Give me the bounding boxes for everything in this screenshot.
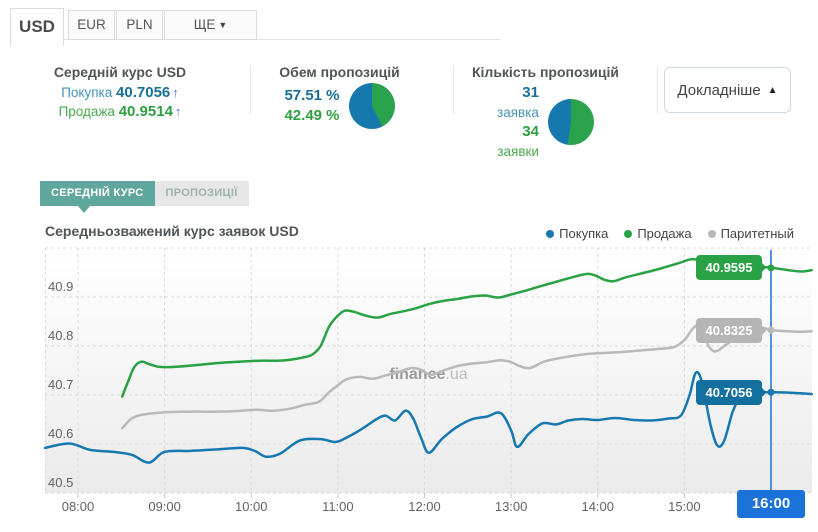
legend-label: Покупка xyxy=(559,226,608,241)
y-axis-label: 40.6 xyxy=(48,426,73,441)
x-axis-label: 13:00 xyxy=(481,499,541,514)
x-axis-label: 15:00 xyxy=(654,499,714,514)
parity-series-dot-icon xyxy=(708,230,716,238)
legend-item-buy[interactable]: Покупка xyxy=(546,226,608,241)
tab-offers[interactable]: ПРОПОЗИЦІЇ xyxy=(155,181,249,206)
chart-view-tabs: СЕРЕДНІЙ КУРС ПРОПОЗИЦІЇ xyxy=(40,181,249,206)
y-axis-label: 40.9 xyxy=(48,279,73,294)
tab-eur[interactable]: EUR xyxy=(68,10,115,40)
tab-usd[interactable]: USD xyxy=(10,8,64,46)
tab-more[interactable]: ЩЕ▼ xyxy=(164,10,257,40)
legend-item-parity[interactable]: Паритетный xyxy=(708,226,794,241)
parity-value-flag: 40.8325 xyxy=(696,318,762,343)
chart-legend: Покупка Продажа Паритетный xyxy=(546,226,794,241)
legend-item-sell[interactable]: Продажа xyxy=(624,226,691,241)
sell-value-flag: 40.9595 xyxy=(696,255,762,280)
currency-widget: USD EUR PLN ЩЕ▼ Середній курс USD Покупк… xyxy=(0,0,818,532)
tab-pln[interactable]: PLN xyxy=(116,10,163,40)
x-axis-label: 08:00 xyxy=(48,499,108,514)
legend-label: Паритетный xyxy=(721,226,794,241)
y-axis-label: 40.5 xyxy=(48,475,73,490)
y-axis-label: 40.8 xyxy=(48,328,73,343)
x-axis-label: 09:00 xyxy=(135,499,195,514)
tab-more-label: ЩЕ xyxy=(194,17,216,32)
buy-value-flag: 40.7056 xyxy=(696,380,762,405)
buy-series-dot-icon xyxy=(546,230,554,238)
legend-label: Продажа xyxy=(637,226,691,241)
tab-average-rate[interactable]: СЕРЕДНІЙ КУРС xyxy=(40,181,155,206)
crosshair-marker-dot xyxy=(768,389,775,396)
crosshair-marker-dot xyxy=(768,327,775,334)
y-axis-label: 40.7 xyxy=(48,377,73,392)
x-axis-label: 10:00 xyxy=(221,499,281,514)
crosshair-time-label: 16:00 xyxy=(737,490,805,518)
x-axis-label: 14:00 xyxy=(568,499,628,514)
x-axis-label: 12:00 xyxy=(395,499,455,514)
active-tab-pointer-icon xyxy=(78,206,90,213)
crosshair-marker-dot xyxy=(768,264,775,271)
x-axis-label: 11:00 xyxy=(308,499,368,514)
caret-down-icon: ▼ xyxy=(218,20,227,30)
sell-series-dot-icon xyxy=(624,230,632,238)
